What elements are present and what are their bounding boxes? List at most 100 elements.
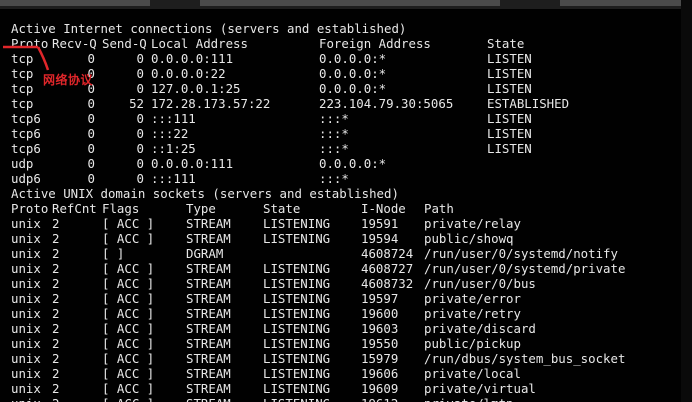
inet-cell-foreign-address: :::* [319, 171, 349, 186]
inet-cell-local-address: 127.0.0.1:25 [151, 81, 241, 96]
unix-cell-refcnt: 2 [52, 321, 60, 336]
unix-cell-refcnt: 2 [52, 381, 60, 396]
unix-cell-flags: [ ACC ] [102, 321, 155, 336]
unix-row: unix 2 [ ACC ] STREAM LISTENING 19600 private/… [11, 306, 692, 321]
inet-cell-proto: tcp [11, 51, 34, 66]
unix-row: unix 2 [ ACC ] STREAM LISTENING 19603 private/… [11, 321, 692, 336]
unix-cell-state: LISTENING [263, 366, 331, 381]
unix-column-inode: I-Node [361, 201, 406, 216]
inet-row: tcp6 0 0::1:25:::* LISTEN [11, 141, 692, 156]
unix-row: unix 2 [ ACC ] STREAM LISTENING 19594 public/s… [11, 231, 692, 246]
unix-cell-path: private/retry [424, 306, 521, 321]
inet-row: tcp 0 0 127.0.0.1:25 0.0.0.0:* LISTEN [11, 81, 692, 96]
unix-cell-refcnt: 2 [52, 366, 60, 381]
inet-cell-local-address: ::1:25 [151, 141, 196, 156]
title-bar [0, 0, 692, 9]
unix-cell-path: private/relay [424, 216, 521, 231]
inet-cell-state: LISTEN [487, 51, 532, 66]
unix-cell-inode: 4608727 [361, 261, 414, 276]
unix-cell-path: /run/user/0/systemd/notify [424, 246, 618, 261]
unix-cell-proto: unix [11, 276, 41, 291]
unix-cell-proto: unix [11, 336, 41, 351]
unix-cell-proto: unix [11, 381, 41, 396]
inet-column-proto: Proto [11, 36, 49, 51]
unix-cell-inode: 4608724 [361, 246, 414, 261]
inet-cell-foreign-address: 223.104.79.30:5065 [319, 96, 454, 111]
inet-cell-foreign-address: 0.0.0.0:* [319, 51, 387, 66]
inet-cell-state: LISTEN [487, 81, 532, 96]
inet-column-foreign-address: Foreign Address [319, 36, 431, 51]
unix-row: unix 2 [ ACC ] STREAM LISTENING 4608727/run/u… [11, 261, 692, 276]
unix-cell-proto: unix [11, 351, 41, 366]
inet-cell-sendq: 0 [136, 111, 144, 126]
unix-cell-type: STREAM [186, 216, 231, 231]
unix-row: unix 2 [ ACC ] STREAM LISTENING 19550 public/p… [11, 336, 692, 351]
unix-cell-type: STREAM [186, 351, 231, 366]
inet-cell-local-address: :::111 [151, 111, 196, 126]
terminal-output: Active Internet connections (servers and… [11, 21, 692, 402]
unix-cell-type: STREAM [186, 231, 231, 246]
inet-cell-local-address: :::111 [151, 171, 196, 186]
terminal-window[interactable]: Active Internet connections (servers and… [0, 0, 692, 402]
unix-cell-path: private/discard [424, 321, 536, 336]
unix-row: unix 2 [ ACC ] STREAM LISTENING 19609 private/… [11, 381, 692, 396]
unix-row: unix 2 [ ] DGRAM 4608724/run/user/0/systemd/… [11, 246, 692, 261]
unix-cell-flags: [ ACC ] [102, 261, 155, 276]
unix-cell-refcnt: 2 [52, 231, 60, 246]
unix-cell-inode: 19606 [361, 366, 399, 381]
unix-cell-state: LISTENING [263, 276, 331, 291]
inet-header-line: Active Internet connections (servers and… [11, 21, 692, 36]
inet-cell-recvq: 0 [87, 126, 95, 141]
unix-cell-proto: unix [11, 261, 41, 276]
unix-cell-state: LISTENING [263, 336, 331, 351]
inet-row: udp 0 0 0.0.0.0:111 0.0.0.0:* [11, 156, 692, 171]
unix-cell-state: LISTENING [263, 321, 331, 336]
inet-cell-recvq: 0 [87, 51, 95, 66]
inet-cell-local-address: :::22 [151, 126, 189, 141]
inet-cell-sendq: 0 [136, 126, 144, 141]
unix-cell-type: STREAM [186, 396, 231, 402]
unix-cell-inode: 19594 [361, 231, 399, 246]
inet-row: tcp 0 0 0.0.0.0:22 0.0.0.0:* LISTEN [11, 66, 692, 81]
inet-cell-sendq: 0 [136, 156, 144, 171]
inet-cell-sendq: 0 [136, 81, 144, 96]
unix-cell-flags: [ ACC ] [102, 291, 155, 306]
unix-cell-path: private/local [424, 366, 521, 381]
unix-cell-refcnt: 2 [52, 216, 60, 231]
inet-cell-state: LISTEN [487, 126, 532, 141]
title-bar-segment [560, 0, 692, 6]
unix-rows: unix 2 [ ACC ] STREAM LISTENING 19591 private/… [11, 216, 692, 402]
unix-cell-type: STREAM [186, 336, 231, 351]
inet-cell-local-address: 0.0.0.0:111 [151, 51, 234, 66]
unix-column-proto: Proto [11, 201, 49, 216]
inet-cell-proto: udp6 [11, 171, 41, 186]
unix-row: unix 2 [ ACC ] STREAM LISTENING 19591 private/… [11, 216, 692, 231]
inet-cell-proto: tcp [11, 66, 34, 81]
inet-row: tcp 0 52 172.28.173.57:22 223.104.79.30:5065… [11, 96, 692, 111]
unix-cell-proto: unix [11, 231, 41, 246]
unix-header-line: Active UNIX domain sockets (servers and … [11, 186, 692, 201]
unix-columns-line: Proto RefCnt Flags Type State I-Node Pat… [11, 201, 692, 216]
unix-cell-path: private/virtual [424, 381, 536, 396]
unix-cell-refcnt: 2 [52, 261, 60, 276]
inet-cell-sendq: 0 [136, 171, 144, 186]
unix-column-refcnt: RefCnt [52, 201, 97, 216]
unix-cell-flags: [ ACC ] [102, 396, 154, 402]
inet-cell-foreign-address: :::* [319, 111, 349, 126]
unix-cell-refcnt: 2 [52, 336, 60, 351]
unix-cell-type: STREAM [186, 306, 231, 321]
unix-column-state: State [263, 201, 301, 216]
inet-column-local-address: Local Address [151, 36, 248, 51]
unix-cell-flags: [ ] [102, 246, 125, 261]
unix-cell-state: LISTENING [263, 216, 331, 231]
scrollbar-track[interactable] [681, 0, 692, 402]
unix-column-flags: Flags [102, 201, 140, 216]
unix-cell-path: private/lmtp [424, 396, 514, 402]
unix-cell-proto: unix [11, 366, 41, 381]
inet-cell-foreign-address: 0.0.0.0:* [319, 81, 387, 96]
unix-cell-flags: [ ACC ] [102, 276, 155, 291]
inet-cell-state: LISTEN [487, 66, 532, 81]
inet-cell-recvq: 0 [87, 111, 95, 126]
unix-cell-proto: unix [11, 321, 41, 336]
inet-cell-proto: tcp [11, 96, 34, 111]
